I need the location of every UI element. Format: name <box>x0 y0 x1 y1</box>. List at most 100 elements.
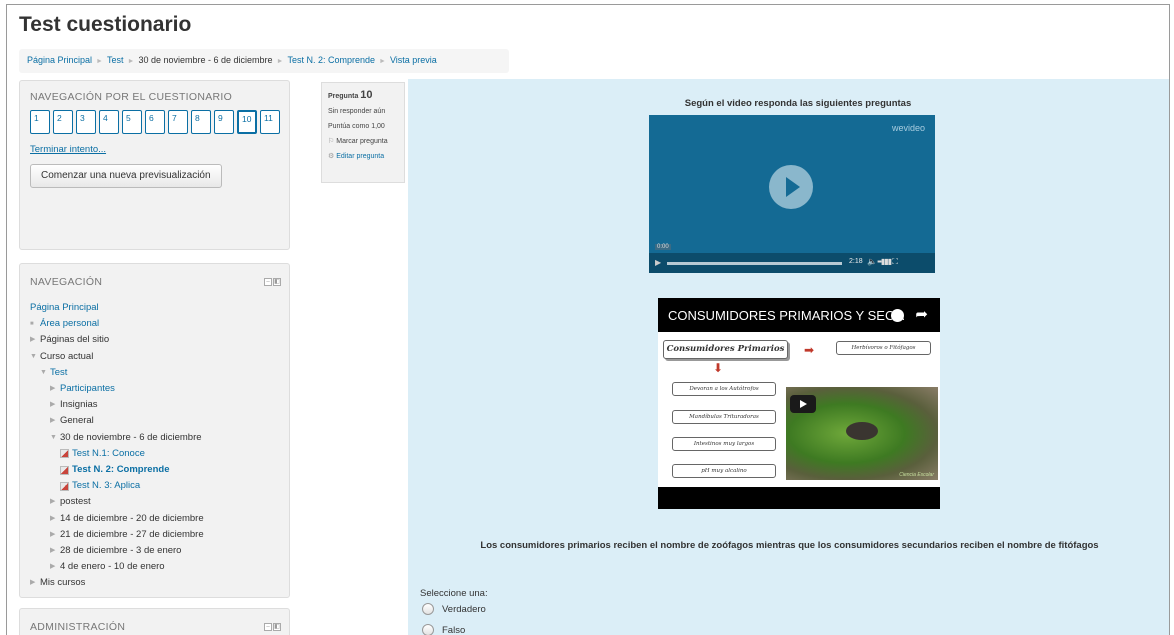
play-icon[interactable] <box>769 165 813 209</box>
breadcrumb-section[interactable]: 30 de noviembre - 6 de diciembre <box>138 55 272 65</box>
question-button-1[interactable]: 1 <box>30 110 50 134</box>
browser-frame: Test cuestionario Página Principal ► Test ►… <box>6 4 1170 635</box>
radio-button[interactable] <box>422 603 434 615</box>
question-button-2[interactable]: 2 <box>53 110 73 134</box>
question-button-7[interactable]: 7 <box>168 110 188 134</box>
quiz-icon <box>60 465 69 475</box>
nav-item-label: 28 de diciembre - 3 de enero <box>60 545 182 557</box>
breadcrumb-separator-icon: ► <box>379 58 386 65</box>
quiz-icon <box>60 481 69 491</box>
navigation-block: NAVEGACIÓN – ◧ Página Principal ■ Área pers… <box>19 263 290 598</box>
nav-item[interactable]: ▼ Test <box>30 365 279 381</box>
question-button-5[interactable]: 5 <box>122 110 142 134</box>
option-label: Verdadero <box>442 603 486 615</box>
nav-item[interactable]: ▶ 14 de diciembre - 20 de diciembre <box>30 511 279 527</box>
nav-item[interactable]: Test N.1: Conoce <box>30 446 279 462</box>
nav-item[interactable]: ▶ Participantes <box>30 381 279 397</box>
nav-item-label: 30 de noviembre - 6 de diciembre <box>60 431 202 443</box>
expanded-arrow-icon: ▼ <box>50 433 57 441</box>
nav-item-label: Área personal <box>40 318 100 330</box>
question-button-9[interactable]: 9 <box>214 110 234 134</box>
slide-item-box: Intestinos muy largos <box>672 437 776 451</box>
navigation-tree: Página Principal ■ Área personal ▶ Páginas d… <box>30 300 279 592</box>
nav-item-label: Test <box>50 366 68 378</box>
collapsed-arrow-icon: ▶ <box>50 401 56 409</box>
quiz-icon <box>60 449 69 459</box>
wevideo-player[interactable]: wevideo 0:00 ▶ 2:18 🔈 ▪▪▮▮▮ ⛶ <box>649 115 935 273</box>
nav-item-label: Participantes <box>60 383 115 395</box>
option-false[interactable]: Falso <box>422 624 465 635</box>
dock-block-icon[interactable]: ◧ <box>273 278 281 286</box>
question-number: Pregunta 10 <box>328 88 398 104</box>
breadcrumb-course[interactable]: Test <box>107 55 124 65</box>
nav-item[interactable]: ▶ 21 de diciembre - 27 de diciembre <box>30 527 279 543</box>
nav-item[interactable]: ▼ Curso actual <box>30 349 279 365</box>
collapsed-arrow-icon: ▶ <box>50 498 56 506</box>
video-progress-track[interactable] <box>667 262 842 265</box>
option-true[interactable]: Verdadero <box>422 603 486 615</box>
nav-item-label: postest <box>60 496 91 508</box>
nav-item[interactable]: ▶ Páginas del sitio <box>30 332 279 348</box>
quiz-navigation-block: NAVEGACIÓN POR EL CUESTIONARIO 123456789… <box>19 80 290 250</box>
breadcrumb-quiz[interactable]: Test N. 2: Comprende <box>287 55 375 65</box>
collapsed-arrow-icon: ▶ <box>30 336 36 344</box>
expanded-arrow-icon: ▼ <box>30 352 37 360</box>
nav-item-label: 4 de enero - 10 de enero <box>60 561 165 573</box>
flag-question-label: Marcar pregunta <box>336 138 388 145</box>
nav-item-label: 14 de diciembre - 20 de diciembre <box>60 512 204 524</box>
volume-icon[interactable]: 🔈 ▪▪▮▮▮ ⛶ <box>867 257 898 267</box>
video-duration: 2:18 <box>849 258 863 265</box>
dock-block-icon[interactable]: ◧ <box>273 623 281 631</box>
nav-item[interactable]: ▶ General <box>30 413 279 429</box>
video-controls: 0:00 ▶ 2:18 🔈 ▪▪▮▮▮ ⛶ <box>649 244 935 273</box>
nav-item-label: 21 de diciembre - 27 de diciembre <box>60 528 204 540</box>
question-button-6[interactable]: 6 <box>145 110 165 134</box>
arrow-right-icon: ➡ <box>804 343 815 357</box>
nav-item-label: Test N.1: Conoce <box>72 447 145 459</box>
arrow-down-icon: ⬇ <box>713 361 724 375</box>
slide-item-box: Devoran a los Autótrofos <box>672 382 776 396</box>
option-label: Falso <box>442 624 466 635</box>
nav-item[interactable]: ▶ Insignias <box>30 397 279 413</box>
collapse-block-icon[interactable]: – <box>264 623 272 631</box>
nav-item-label: Páginas del sitio <box>40 334 110 346</box>
breadcrumb: Página Principal ► Test ► 30 de noviembre - … <box>19 49 509 73</box>
nav-item[interactable]: ▶ 28 de diciembre - 3 de enero <box>30 543 279 559</box>
question-button-11[interactable]: 11 <box>260 110 280 134</box>
flag-question[interactable]: ⚐ Marcar pregunta <box>328 134 398 149</box>
nav-item[interactable]: ▶ postest <box>30 494 279 510</box>
share-icon[interactable]: ➦ <box>915 305 928 323</box>
flag-icon: ⚐ <box>328 138 335 145</box>
breadcrumb-home[interactable]: Página Principal <box>27 55 92 65</box>
edit-question-link[interactable]: ⚙ Editar pregunta <box>328 149 398 164</box>
watch-later-icon[interactable] <box>891 309 904 322</box>
nav-item[interactable]: Test N. 3: Aplica <box>30 478 279 494</box>
radio-button[interactable] <box>422 624 434 635</box>
small-play-icon[interactable]: ▶ <box>655 258 661 267</box>
select-one-label: Seleccione una: <box>420 588 488 599</box>
nav-item[interactable]: ▼ 30 de noviembre - 6 de diciembre <box>30 430 279 446</box>
breadcrumb-separator-icon: ► <box>276 58 284 65</box>
question-statement: Los consumidores primarios reciben el no… <box>480 540 1099 551</box>
nav-item-label: Test N. 3: Aplica <box>72 480 141 492</box>
collapse-block-icon[interactable]: – <box>264 278 272 286</box>
question-button-4[interactable]: 4 <box>99 110 119 134</box>
youtube-player[interactable]: CONSUMIDORES PRIMARIOS Y SEC... ➦ Consum… <box>658 298 940 509</box>
youtube-video-title[interactable]: CONSUMIDORES PRIMARIOS Y SEC... <box>668 308 905 323</box>
slide-main-box: Consumidores Primarios <box>663 340 788 359</box>
nav-item[interactable]: ▶ 4 de enero - 10 de enero <box>30 559 279 575</box>
edit-question-label: Editar pregunta <box>336 153 385 160</box>
youtube-play-icon[interactable] <box>790 395 816 413</box>
wevideo-logo: wevideo <box>891 123 925 133</box>
breadcrumb-preview[interactable]: Vista previa <box>390 55 437 65</box>
question-number-value: 10 <box>360 89 373 101</box>
question-button-10[interactable]: 10 <box>237 110 257 134</box>
question-button-3[interactable]: 3 <box>76 110 96 134</box>
finish-attempt-link[interactable]: Terminar intento... <box>30 144 279 155</box>
nav-item[interactable]: ▶ Mis cursos <box>30 575 279 591</box>
nav-item[interactable]: ■ Área personal <box>30 316 279 332</box>
new-preview-button[interactable]: Comenzar una nueva previsualización <box>30 164 222 188</box>
question-button-8[interactable]: 8 <box>191 110 211 134</box>
nav-item[interactable]: Test N. 2: Comprende <box>30 462 279 478</box>
nav-item[interactable]: Página Principal <box>30 300 279 316</box>
